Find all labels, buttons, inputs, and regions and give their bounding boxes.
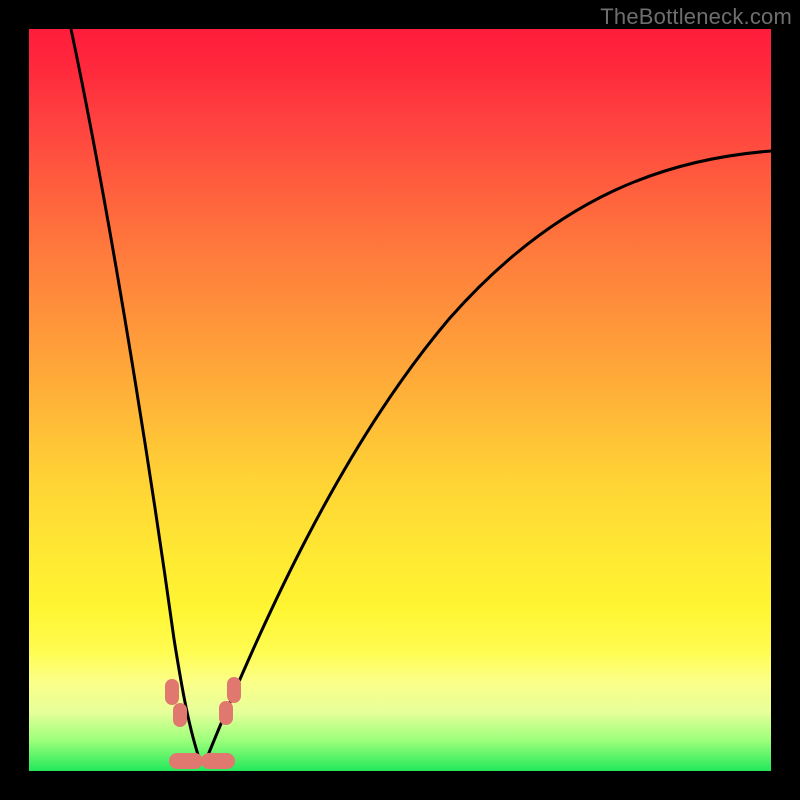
watermark-text: TheBottleneck.com bbox=[600, 4, 792, 30]
curve-right-branch bbox=[204, 151, 771, 765]
marker-floor-left bbox=[169, 753, 203, 769]
bottleneck-curve bbox=[29, 29, 771, 771]
marker-left-top bbox=[165, 679, 179, 705]
marker-right-bottom bbox=[219, 701, 233, 725]
plot-area bbox=[29, 29, 771, 771]
curve-left-branch bbox=[71, 29, 201, 764]
marker-floor-right bbox=[201, 753, 235, 769]
marker-right-top bbox=[227, 677, 241, 703]
marker-left-bottom bbox=[173, 703, 187, 727]
